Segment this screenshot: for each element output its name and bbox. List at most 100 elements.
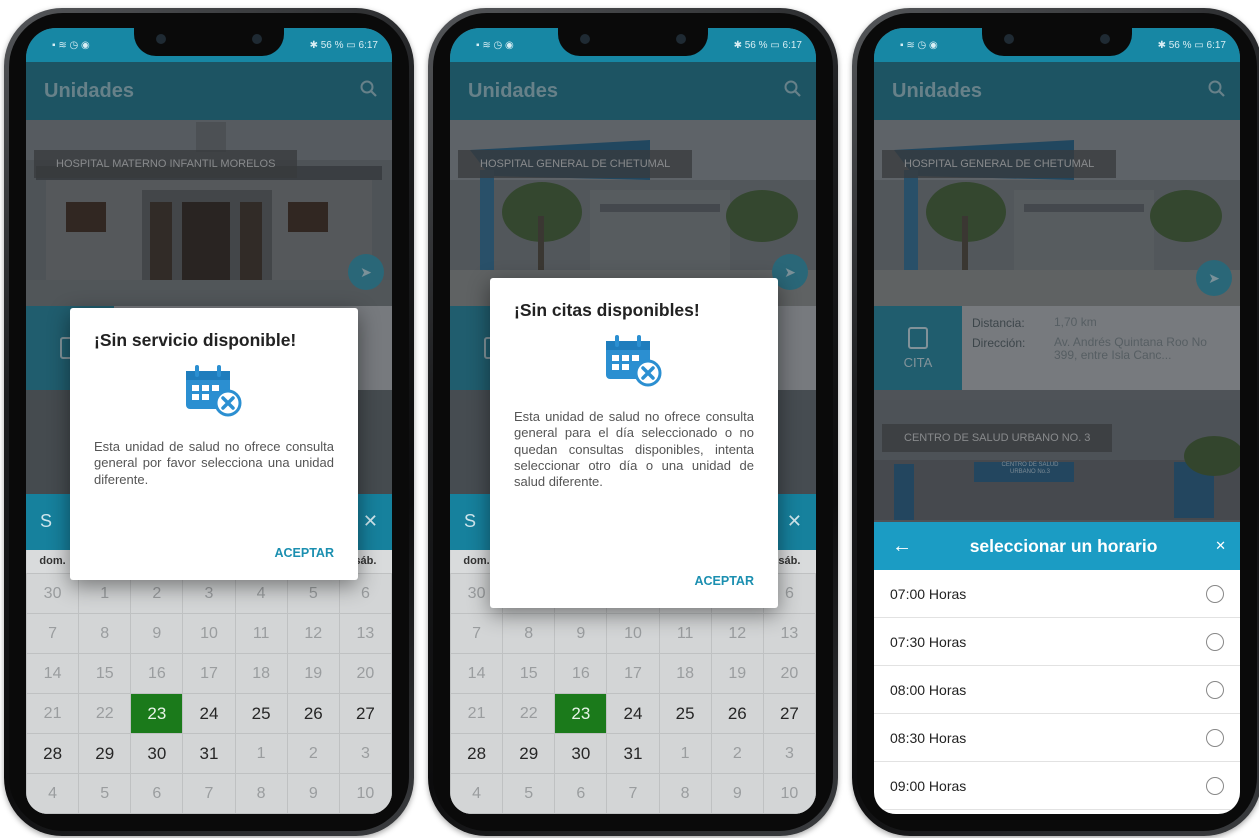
calendar-day[interactable]: 30 [130, 733, 184, 774]
calendar-day: 13 [338, 613, 392, 654]
calendar-day: 4 [450, 773, 504, 814]
dialog-title: ¡Sin citas disponibles! [514, 300, 700, 320]
back-arrow-icon[interactable]: ← [892, 535, 912, 558]
calendar-day: 14 [450, 653, 504, 694]
calendar-day: 6 [554, 773, 608, 814]
calendar-day: 2 [286, 733, 340, 774]
calendar-day: 16 [130, 653, 184, 694]
camera-notch [982, 28, 1132, 56]
calendar-day[interactable]: 28 [26, 733, 80, 774]
time-slot-label: 09:00 Horas [890, 777, 967, 794]
radio-button[interactable] [1206, 776, 1224, 795]
time-list: 07:00 Horas 07:30 Horas 08:00 Horas 08:30 H… [874, 570, 1240, 810]
calendar-day: 10 [182, 613, 236, 654]
calendar-day[interactable]: 24 [182, 693, 236, 734]
close-icon[interactable]: ✕ [1215, 538, 1226, 554]
calendar-day[interactable]: 23 [130, 693, 184, 734]
calendar-day: 6 [130, 773, 184, 814]
calendar-day: 1 [234, 733, 288, 774]
calendar-day: 15 [502, 653, 556, 694]
no-appointments-dialog: ¡Sin citas disponibles! Esta unidad de s… [490, 278, 778, 608]
no-service-dialog: ¡Sin servicio disponible! Esta unidad de… [70, 308, 358, 580]
time-slot-row[interactable]: 07:00 Horas [874, 570, 1240, 618]
time-slot-row[interactable]: 09:00 Horas [874, 762, 1240, 810]
screen-1: ▪ ≋ ◷ ◉ ✱ 56 % ▭ 6:17 Unidades HOSPITAL … [26, 28, 392, 814]
time-picker-sheet: ← seleccionar un horario ✕ 07:00 Horas 07… [874, 522, 1240, 814]
calendar-day: 5 [502, 773, 556, 814]
calendar-day: 18 [234, 653, 288, 694]
calendar-day: 5 [78, 773, 132, 814]
calendar-day[interactable]: 29 [78, 733, 132, 774]
status-right: ✱ 56 % ▭ 6:17 [1157, 39, 1226, 51]
dialog-message: Esta unidad de salud no ofrece consulta … [514, 409, 754, 489]
calendar-day[interactable]: 29 [502, 733, 556, 774]
calendar-day[interactable]: 25 [234, 693, 288, 734]
calendar-day: 4 [26, 773, 80, 814]
status-left: ▪ ≋ ◷ ◉ [900, 39, 938, 51]
calendar-day[interactable]: 28 [450, 733, 504, 774]
calendar-day: 11 [234, 613, 288, 654]
screen-3: ▪ ≋ ◷ ◉ ✱ 56 % ▭ 6:17 Unidades HOSPITAL … [874, 28, 1240, 814]
calendar-cancel-icon [514, 331, 754, 391]
dialog-title: ¡Sin servicio disponible! [94, 330, 297, 350]
time-slot-row[interactable]: 08:00 Horas [874, 666, 1240, 714]
calendar-day: 11 [658, 613, 712, 654]
calendar-day[interactable]: 30 [554, 733, 608, 774]
calendar-day: 19 [286, 653, 340, 694]
calendar-day: 20 [338, 653, 392, 694]
calendar-day: 10 [762, 773, 816, 814]
calendar-day: 8 [658, 773, 712, 814]
calendar-day: 10 [606, 613, 660, 654]
calendar-day[interactable]: 27 [338, 693, 392, 734]
calendar-day: 7 [450, 613, 504, 654]
calendar-day[interactable]: 31 [606, 733, 660, 774]
calendar-day[interactable]: 27 [762, 693, 816, 734]
calendar-day: 7 [182, 773, 236, 814]
calendar-day: 19 [710, 653, 764, 694]
radio-button[interactable] [1206, 584, 1224, 603]
time-slot-row[interactable]: 08:30 Horas [874, 714, 1240, 762]
screen-2: ▪ ≋ ◷ ◉ ✱ 56 % ▭ 6:17 Unidades HOSPITAL … [450, 28, 816, 814]
calendar-day: 2 [710, 733, 764, 774]
calendar-day: 3 [338, 733, 392, 774]
calendar-day: 9 [130, 613, 184, 654]
calendar-day: 12 [286, 613, 340, 654]
close-icon[interactable]: ✕ [787, 511, 802, 532]
accept-button[interactable]: ACEPTAR [695, 574, 755, 588]
phone-frame-1: ▪ ≋ ◷ ◉ ✱ 56 % ▭ 6:17 Unidades HOSPITAL … [4, 8, 414, 836]
calendar-day: 12 [710, 613, 764, 654]
phone-frame-3: ▪ ≋ ◷ ◉ ✱ 56 % ▭ 6:17 Unidades HOSPITAL … [852, 8, 1259, 836]
camera-notch [134, 28, 284, 56]
calendar-day: 20 [762, 653, 816, 694]
time-slot-label: 07:30 Horas [890, 633, 967, 650]
calendar-day[interactable]: 26 [710, 693, 764, 734]
calendar-day: 8 [502, 613, 556, 654]
calendar-day: 16 [554, 653, 608, 694]
close-icon[interactable]: ✕ [363, 511, 378, 532]
radio-button[interactable] [1206, 680, 1224, 699]
accept-button[interactable]: ACEPTAR [275, 546, 335, 560]
calendar-day: 22 [78, 693, 132, 734]
radio-button[interactable] [1206, 728, 1224, 747]
dialog-message: Esta unidad de salud no ofrece consulta … [94, 439, 334, 487]
calendar-day: 8 [78, 613, 132, 654]
calendar-title: S [40, 511, 53, 531]
time-slot-label: 08:30 Horas [890, 729, 967, 746]
calendar-day[interactable]: 31 [182, 733, 236, 774]
calendar-day: 21 [26, 693, 80, 734]
sheet-title: seleccionar un horario [969, 535, 1158, 556]
calendar-day[interactable]: 25 [658, 693, 712, 734]
camera-notch [558, 28, 708, 56]
time-slot-row[interactable]: 07:30 Horas [874, 618, 1240, 666]
calendar-title: S [464, 511, 477, 531]
radio-button[interactable] [1206, 632, 1224, 651]
calendar-day: 14 [26, 653, 80, 694]
calendar-day: 13 [762, 613, 816, 654]
calendar-day[interactable]: 24 [606, 693, 660, 734]
calendar-day[interactable]: 23 [554, 693, 608, 734]
calendar-cancel-icon [94, 361, 334, 421]
calendar-day: 21 [450, 693, 504, 734]
calendar-day[interactable]: 26 [286, 693, 340, 734]
calendar-day: 8 [234, 773, 288, 814]
status-right: ✱ 56 % ▭ 6:17 [733, 39, 802, 51]
